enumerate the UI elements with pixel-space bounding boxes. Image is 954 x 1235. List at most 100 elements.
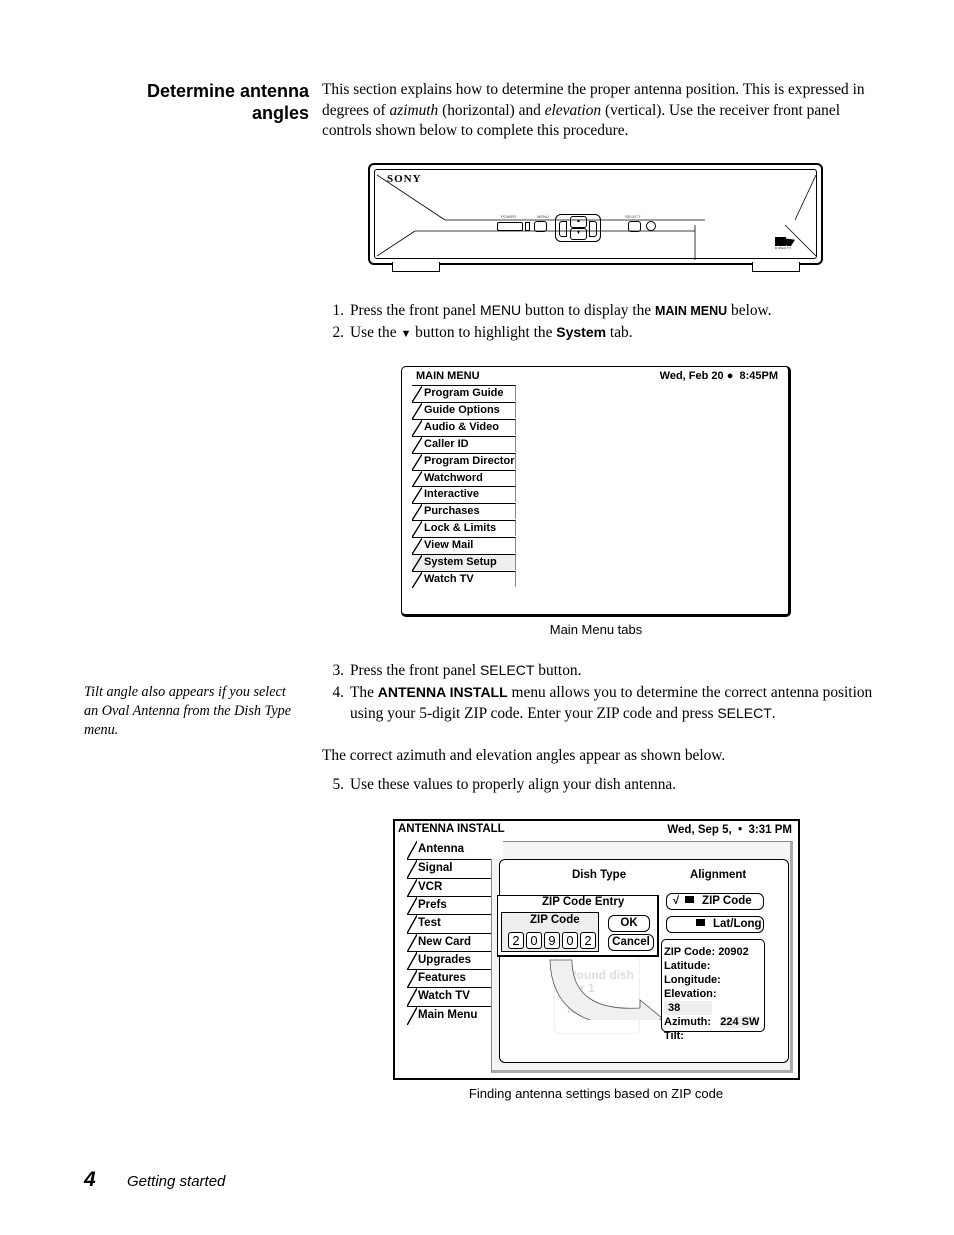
navigation-pad: ▲ ▼ <box>555 214 601 242</box>
alignment-option-label: ZIP Code <box>702 895 752 907</box>
elevation-label: Elevation: <box>664 988 717 1000</box>
step-4: 4. The ANTENNA INSTALL menu allows you to… <box>322 682 882 724</box>
main-menu-tab[interactable]: Interactive <box>412 486 516 504</box>
down-arrow-button[interactable]: ▼ <box>570 228 587 240</box>
step-text: Press the front panel <box>350 302 480 319</box>
step-number: 5. <box>332 776 344 793</box>
zip-digit[interactable]: 2 <box>508 932 524 949</box>
zip-digit[interactable]: 2 <box>580 932 596 949</box>
main-menu-tab[interactable]: Caller ID <box>412 435 516 453</box>
key-name: SELECT <box>717 705 772 721</box>
step-number: 4. <box>332 684 344 701</box>
step-text: Press the front panel <box>350 662 480 679</box>
receiver-foot-left <box>392 262 440 272</box>
antenna-install-tab[interactable]: Upgrades <box>407 950 491 970</box>
directv-logo: DIRECTV <box>775 237 795 250</box>
main-menu-tab[interactable]: View Mail <box>412 537 516 555</box>
step-number: 3. <box>332 662 344 679</box>
main-menu-tab[interactable]: Guide Options <box>412 401 516 419</box>
main-menu-tab[interactable]: System Setup <box>412 554 516 571</box>
time-text: 3:31 PM <box>748 824 792 836</box>
step-text: tab. <box>606 324 633 341</box>
antenna-install-tab[interactable]: Signal <box>407 859 491 879</box>
antenna-install-tab[interactable]: Prefs <box>407 895 491 915</box>
antenna-result-box: ZIP Code: 20902 Latitude: Longitude: Ele… <box>661 939 765 1042</box>
antenna-install-caption: Finding antenna settings based on ZIP co… <box>468 1086 724 1101</box>
step-text: . <box>771 705 776 722</box>
antenna-install-title: ANTENNA INSTALL <box>398 823 505 835</box>
right-arrow-button[interactable] <box>589 221 597 237</box>
main-menu-title: MAIN MENU <box>416 370 480 382</box>
antenna-install-tab[interactable]: Main Menu <box>407 1005 491 1025</box>
result-zip: ZIP Code: 20902 <box>664 946 749 958</box>
section-heading: Determine antenna angles <box>60 80 309 124</box>
cancel-button[interactable]: Cancel <box>608 934 654 951</box>
azimuth-label: Azimuth: <box>664 1016 712 1028</box>
result-elevation: Elevation: 38 <box>664 987 764 1015</box>
antenna-install-tab[interactable]: Antenna <box>407 841 503 859</box>
radio-indicator-icon <box>696 919 705 927</box>
step-text: Use these values to properly align your … <box>350 776 677 793</box>
directv-logo-mark <box>775 237 795 246</box>
antenna-install-tab[interactable]: New Card <box>407 932 491 952</box>
main-menu-tab[interactable]: Lock & Limits <box>412 520 516 538</box>
select-button[interactable] <box>628 221 641 232</box>
main-menu-tab[interactable]: Watchword <box>412 469 516 487</box>
menu-label: MENU <box>537 214 549 219</box>
up-arrow-button[interactable]: ▲ <box>570 216 587 228</box>
main-menu-tab[interactable]: Program Director <box>412 452 516 470</box>
antenna-install-tab[interactable]: Test <box>407 914 491 934</box>
zip-code-field[interactable]: ZIP Code 20902 <box>501 912 599 952</box>
date-text: Wed, Feb 20 <box>659 370 724 382</box>
intro-paragraph: This section explains how to determine t… <box>322 80 882 142</box>
alignment-label: Alignment <box>690 869 747 881</box>
select-label: SELECT <box>625 214 641 219</box>
left-arrow-button[interactable] <box>559 221 567 237</box>
step-1: 1. Press the front panel MENU button to d… <box>322 300 771 322</box>
step-3: 3. Press the front panel SELECT button. <box>322 660 581 681</box>
elevation-value: 38 <box>664 1001 712 1015</box>
receiver-bezel: SONY POWER MENU SELECT ▲ ▼ DIRECTV <box>374 169 817 260</box>
tab-name: System <box>556 324 607 340</box>
antenna-install-datetime: Wed, Sep 5, • 3:31 PM <box>667 824 792 836</box>
margin-note: Tilt angle also appears if you select an… <box>84 684 292 738</box>
zip-digit[interactable]: 0 <box>562 932 578 949</box>
time-text: 8:45PM <box>739 370 778 382</box>
antenna-install-tab[interactable]: Watch TV <box>407 987 491 1007</box>
page-number: 4 <box>84 1168 96 1191</box>
down-triangle-icon: ▼ <box>400 328 412 340</box>
zip-digit[interactable]: 9 <box>544 932 560 949</box>
bullet-icon: ● <box>726 370 734 382</box>
menu-name: MAIN MENU <box>654 304 728 318</box>
menu-button[interactable] <box>534 221 547 232</box>
power-button[interactable] <box>497 222 523 231</box>
step-2: 2. Use the ▼ button to highlight the Syst… <box>322 322 633 345</box>
alignment-option-lat-long[interactable]: Lat/Long <box>666 916 764 933</box>
result-azimuth: Azimuth: 224 SW <box>664 1015 764 1029</box>
result-tilt: Tilt: <box>664 1030 684 1042</box>
alignment-option-zip-code[interactable]: √ ZIP Code <box>666 893 764 910</box>
directv-logo-text: DIRECTV <box>775 246 792 250</box>
step-number: 1. <box>332 302 344 319</box>
key-name: MENU <box>479 302 522 318</box>
result-latitude: Latitude: <box>664 960 711 972</box>
step-number: 2. <box>332 324 344 341</box>
zip-digit[interactable]: 0 <box>526 932 542 949</box>
antenna-install-tab[interactable]: Features <box>407 969 491 989</box>
section-title: Getting started <box>127 1173 226 1190</box>
step-text: button to highlight the <box>411 324 557 341</box>
main-menu-tab[interactable]: Purchases <box>412 503 516 521</box>
main-menu-tab[interactable]: Program Guide <box>412 385 516 402</box>
dish-type-label: Dish Type <box>572 869 627 881</box>
main-menu-tab[interactable]: Watch TV <box>412 570 516 588</box>
azimuth-value: 224 SW <box>720 1016 760 1028</box>
main-menu-tab[interactable]: Audio & Video <box>412 418 516 436</box>
step-5: 5. Use these values to properly align you… <box>322 774 676 795</box>
step-text: button to display the <box>521 302 655 319</box>
key-name: SELECT <box>479 662 535 678</box>
ok-button[interactable]: OK <box>608 915 650 932</box>
step-text: The <box>350 684 378 701</box>
receiver-front-panel: SONY POWER MENU SELECT ▲ ▼ DIRECTV <box>368 163 823 265</box>
power-led <box>525 222 530 231</box>
antenna-install-tab[interactable]: VCR <box>407 877 491 897</box>
